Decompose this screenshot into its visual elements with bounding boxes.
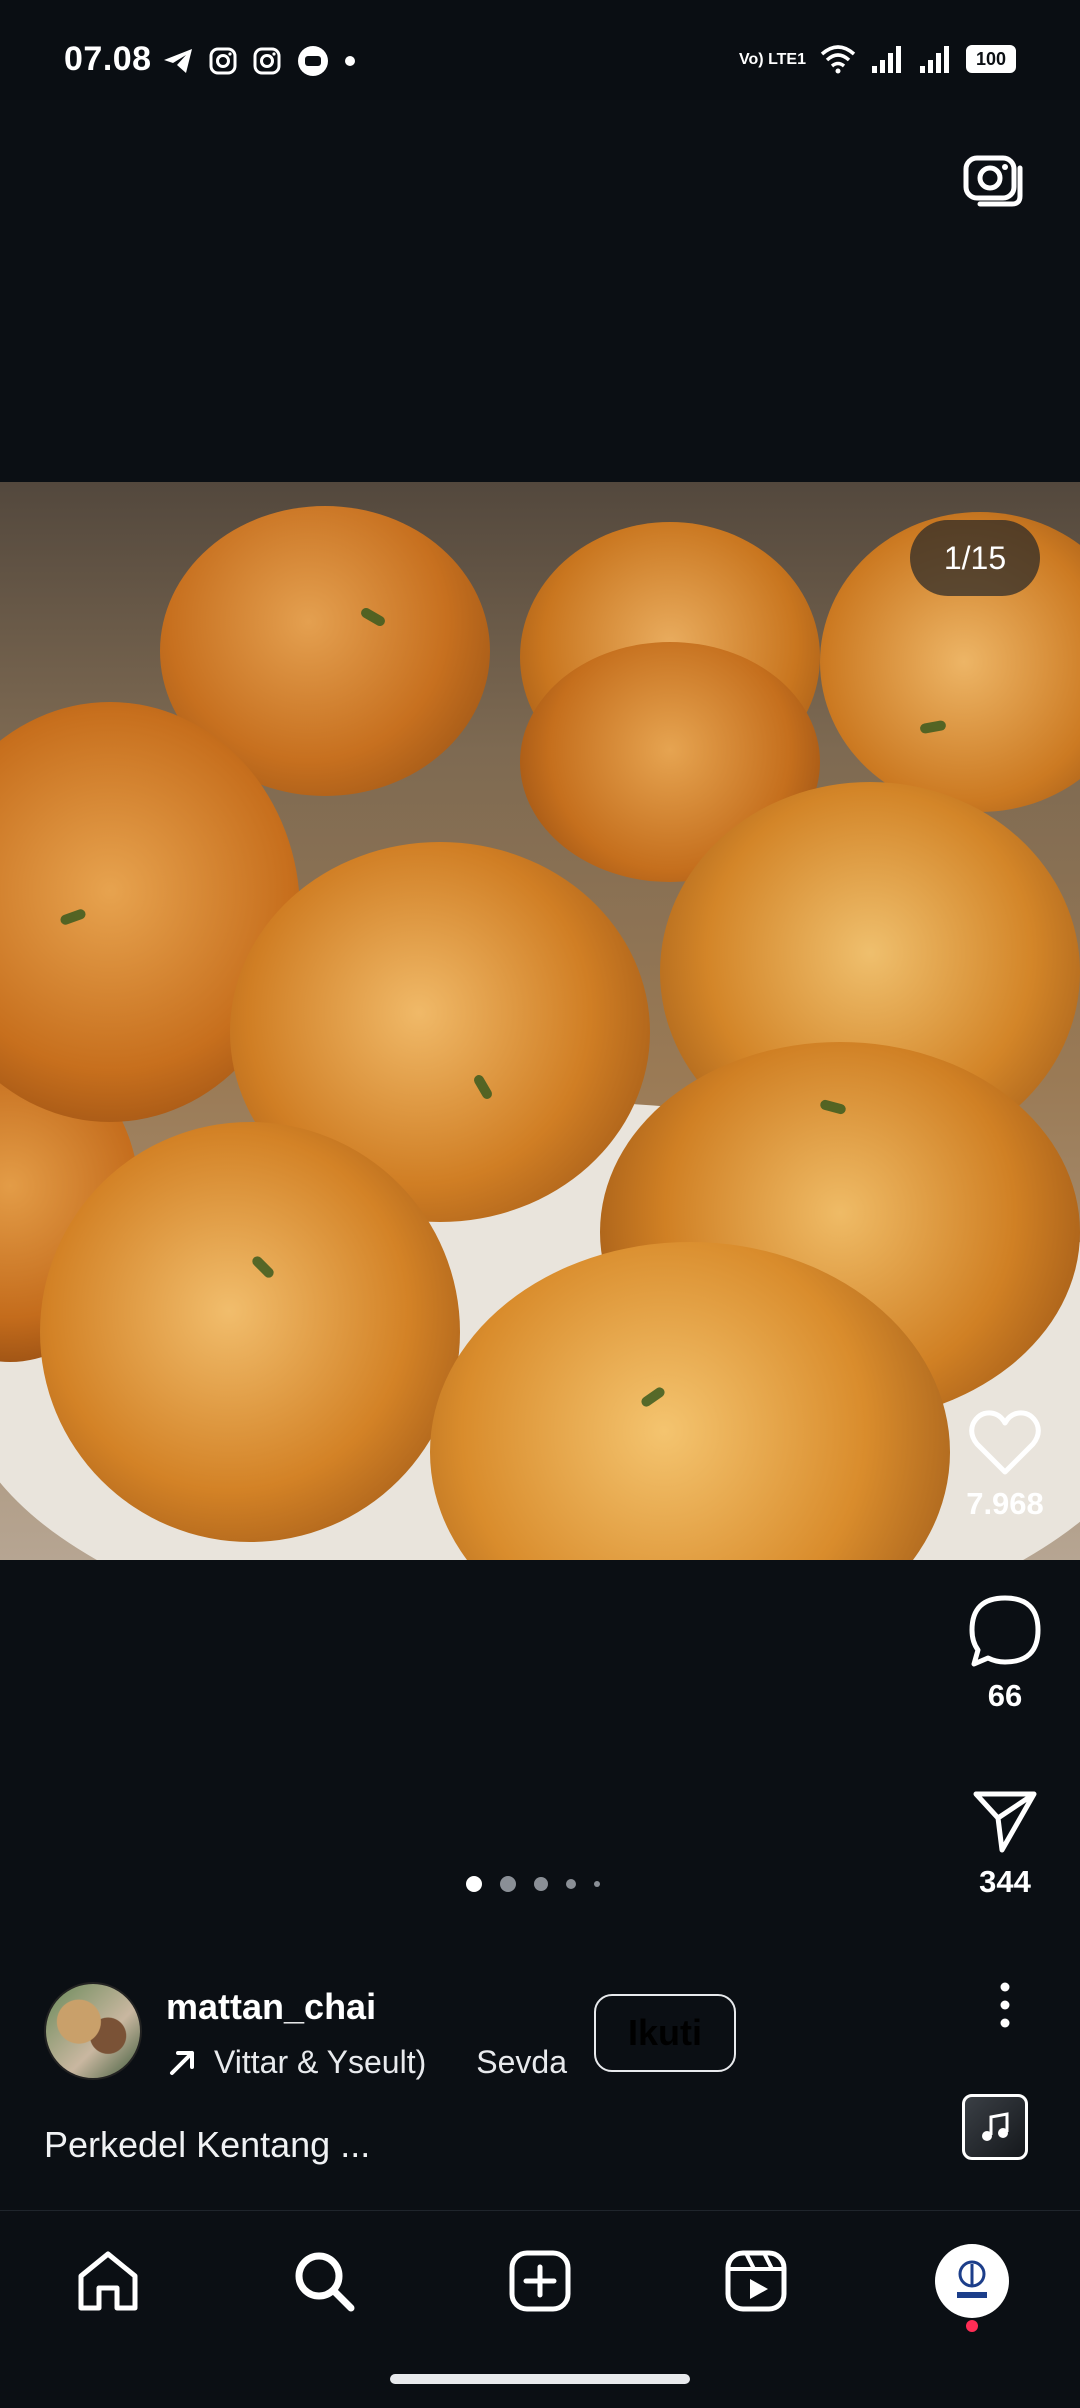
comment-count: 66 (987, 1678, 1023, 1713)
audio-info[interactable]: Vittar & Yseult) Sevda (166, 2044, 567, 2081)
profile-logo-icon (957, 2260, 987, 2298)
author-username[interactable]: mattan_chai (166, 1986, 376, 2028)
like-action: 7.968 (930, 1410, 1080, 1522)
post-image[interactable] (0, 482, 1080, 1560)
home-icon (78, 2251, 138, 2311)
system-icons: Vo) LTE1 100 (739, 44, 1016, 74)
camera-icon (963, 155, 1023, 207)
carousel-dot-active (466, 1876, 482, 1892)
send-icon[interactable] (972, 1788, 1038, 1854)
nav-create[interactable] (500, 2241, 580, 2321)
status-time: 07.08 (64, 40, 152, 78)
post-caption[interactable]: Perkedel Kentang ... (44, 2124, 370, 2166)
reels-viewer: 07.08 Vo) LTE1 100 1/15 7.968 66 344 mat… (0, 0, 1080, 2408)
share-action: 344 (930, 1788, 1080, 1900)
status-bar: 07.08 Vo) LTE1 100 (0, 0, 1080, 100)
dot-icon (345, 56, 355, 66)
more-options-icon (1000, 1982, 1010, 2028)
home-indicator[interactable] (390, 2374, 690, 2384)
reels-icon (725, 2250, 787, 2312)
notification-dot (966, 2320, 978, 2332)
audio-artist: Vittar & Yseult) (214, 2044, 427, 2080)
nav-home[interactable] (68, 2241, 148, 2321)
carousel-dot (566, 1879, 576, 1889)
carousel-dot (594, 1881, 600, 1887)
carousel-indicator (466, 1876, 600, 1892)
wifi-icon (820, 45, 856, 74)
comment-action: 66 (930, 1594, 1080, 1714)
more-action[interactable] (930, 1982, 1080, 2028)
media-counter: 1/15 (910, 520, 1040, 596)
follow-button[interactable]: Ikuti (594, 1994, 736, 2072)
create-icon (509, 2250, 571, 2312)
nav-reels[interactable] (716, 2241, 796, 2321)
instagram-icon (209, 47, 237, 75)
music-note-icon (982, 2112, 1009, 2141)
nav-search[interactable] (284, 2241, 364, 2321)
arrow-up-right-icon (170, 2050, 194, 2075)
instagram-icon (253, 47, 281, 75)
signal-icon (872, 46, 901, 73)
carousel-dot (534, 1877, 548, 1891)
comment-icon[interactable] (968, 1594, 1042, 1668)
like-count: 7.968 (966, 1486, 1044, 1521)
audio-title: Sevda (476, 2044, 567, 2080)
network-type: Vo) LTE1 (739, 50, 806, 68)
nav-profile[interactable] (932, 2241, 1012, 2321)
chat-icon (298, 46, 328, 76)
heart-icon[interactable] (969, 1410, 1041, 1476)
notification-icons (162, 44, 356, 78)
battery-icon: 100 (966, 45, 1016, 73)
camera-button[interactable] (962, 146, 1026, 210)
share-count: 344 (979, 1864, 1031, 1899)
profile-avatar (935, 2244, 1009, 2318)
signal-icon (920, 46, 949, 73)
telegram-icon (164, 49, 192, 73)
author-avatar[interactable] (44, 1982, 142, 2080)
search-icon (295, 2252, 355, 2312)
carousel-dot (500, 1876, 516, 1892)
audio-thumbnail[interactable] (962, 2094, 1028, 2160)
